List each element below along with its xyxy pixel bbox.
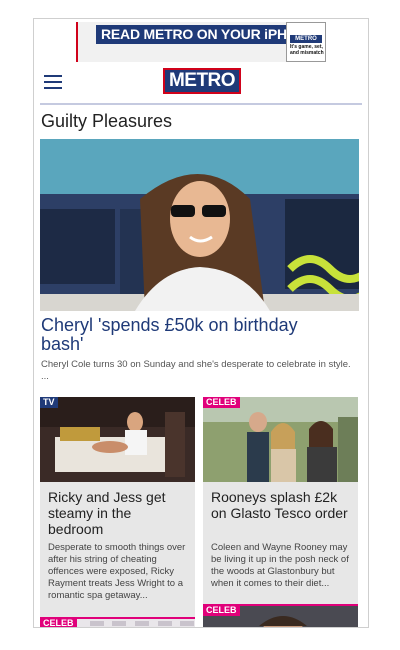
- card-headline[interactable]: Rooneys splash £2k on Glasto Tesco order: [211, 489, 353, 521]
- section-title: Guilty Pleasures: [41, 111, 173, 131]
- spa-photo: [40, 397, 195, 482]
- card-image: TV: [40, 397, 195, 482]
- card-tag: CELEB: [203, 397, 240, 408]
- article-card[interactable]: CELEB Rooneys splash £2k on Glasto Tesco…: [203, 397, 358, 619]
- ad-newspaper-image: METRO It's game, set, and mismatch: [286, 22, 326, 62]
- hero-photo-cheryl-bus: [40, 139, 359, 311]
- page-frame: READ METRO ON YOUR iPHONE METRO It's gam…: [33, 18, 369, 628]
- header-divider: [40, 103, 362, 105]
- card-headline[interactable]: Ricky and Jess get steamy in the bedroom: [48, 489, 190, 537]
- glastonbury-photo: [203, 397, 358, 482]
- card-blurb: Desperate to smooth things over after hi…: [48, 542, 186, 601]
- card-tag: CELEB: [40, 617, 77, 627]
- metro-logo[interactable]: METRO: [163, 68, 241, 94]
- hero-image[interactable]: [40, 139, 359, 311]
- hero-standfirst: Cheryl Cole turns 30 on Sunday and she's…: [41, 359, 351, 382]
- card-blurb: Coleen and Wayne Rooney may be living it…: [211, 542, 349, 589]
- hero-headline[interactable]: Cheryl 'spends £50k on birthday bash': [41, 316, 341, 354]
- card-image: CELEB: [203, 397, 358, 482]
- menu-icon[interactable]: [44, 75, 62, 89]
- card-tag: TV: [40, 397, 58, 408]
- article-card[interactable]: CELEB: [203, 604, 358, 627]
- ad-newspaper-masthead: METRO: [290, 35, 322, 43]
- article-card[interactable]: TV Ricky and Jess get steamy in the bedr…: [40, 397, 195, 619]
- article-card[interactable]: CELEB: [40, 617, 195, 627]
- ad-newspaper-strap: It's game, set, and mismatch: [290, 44, 324, 56]
- card-tag: CELEB: [203, 604, 240, 616]
- ad-banner[interactable]: READ METRO ON YOUR iPHONE METRO It's gam…: [76, 22, 326, 62]
